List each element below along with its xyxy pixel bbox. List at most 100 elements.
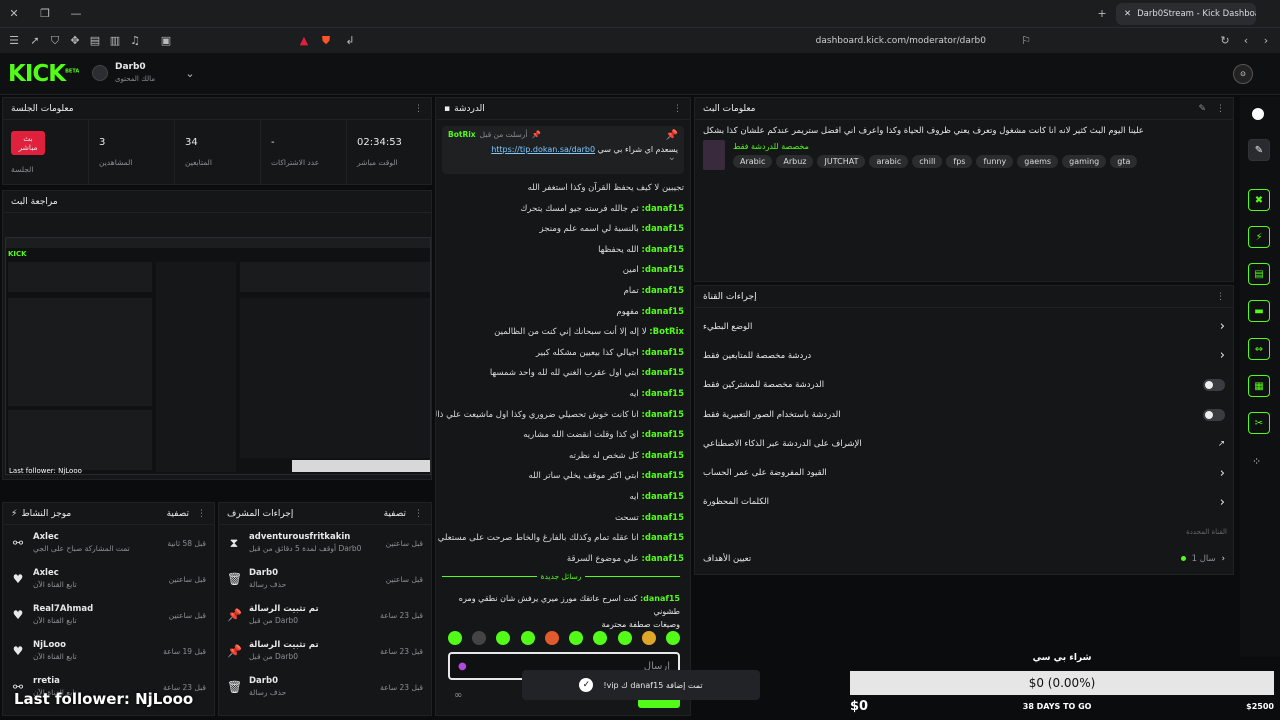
more-options-icon[interactable]: ⋮ <box>414 104 423 114</box>
edit-icon[interactable]: ✎ <box>1198 104 1206 114</box>
url-text[interactable]: dashboard.kick.com/moderator/darb0 <box>790 36 986 46</box>
close-window-icon[interactable]: ✕ <box>6 5 22 21</box>
pencil-icon[interactable]: ✎ <box>1248 139 1270 161</box>
chat-message[interactable]: danaf15: ايه <box>436 487 690 508</box>
channel-action-row[interactable]: الكلمات المحظورة › <box>695 488 1233 517</box>
chat-message[interactable]: danaf15: الله يحفظها <box>436 240 690 261</box>
menu-icon[interactable]: ☰ <box>6 33 22 49</box>
chat-message[interactable]: danaf15: مفهوم <box>436 302 690 323</box>
minimize-window-icon[interactable]: — <box>68 5 84 21</box>
expand-chevron-icon[interactable]: ⌄ <box>668 152 676 163</box>
stream-tag[interactable]: chill <box>912 155 943 168</box>
feed-item[interactable]: 🗑 Darb0 حذف رسالة قبل ساعتين <box>219 561 431 597</box>
unpin-icon[interactable]: 📌 <box>666 130 678 141</box>
new-messages-divider[interactable]: رسائل جديدة <box>442 570 680 582</box>
screenshot-icon[interactable]: ▣ <box>158 33 174 49</box>
feed-item[interactable]: ♥ Axlec تابع القناة الآن قبل ساعتين <box>3 561 214 597</box>
emote-icon[interactable] <box>544 631 559 645</box>
chat-username[interactable]: danaf15: <box>641 204 684 214</box>
shield-icon[interactable]: ⛉ <box>47 33 63 49</box>
category-name[interactable]: مخصصة للدردشة فقط <box>733 142 1141 151</box>
pinned-link[interactable]: https://tip.dokan.sa/darb0 <box>491 145 595 154</box>
external-link-icon[interactable]: ↗ <box>1218 439 1225 449</box>
more-options-icon[interactable]: ⋮ <box>1216 104 1225 114</box>
emote-icon[interactable] <box>448 631 462 645</box>
chat-message[interactable]: danaf15: علي موضوع السرقة <box>436 549 690 570</box>
emote-icon[interactable] <box>665 631 680 645</box>
chat-message[interactable]: danaf15: ابتي اكثر موقف يخلي ساتر الله <box>436 466 690 487</box>
kick-logo[interactable]: KICKBETA <box>8 61 79 87</box>
share-icon[interactable]: ⁘ <box>1252 455 1261 468</box>
share-page-icon[interactable]: ↲ <box>342 33 358 49</box>
settings-icon[interactable]: ∞ <box>454 690 462 701</box>
wrench-icon[interactable]: ✂ <box>1248 412 1270 434</box>
chat-message[interactable]: BotRix: لا إله إلا أنت سبحانك إني كنت من… <box>436 322 690 343</box>
chat-username[interactable]: danaf15: <box>641 245 684 255</box>
lightning-icon[interactable]: ✖ <box>1248 189 1270 211</box>
active-tab[interactable]: ✕ Darb0Stream - Kick Dashboard <box>1116 3 1256 25</box>
document-icon[interactable]: ▤ <box>1248 263 1270 285</box>
back-icon[interactable]: ‹ <box>1238 33 1254 49</box>
chat-message[interactable]: تجيبين لا كيف يحفظ القرآن وكذا استغفر ال… <box>436 178 690 199</box>
bolt-icon[interactable]: ⚡ <box>1248 226 1270 248</box>
mod-filter-button[interactable]: تصفية <box>384 509 406 519</box>
channel-action-row[interactable]: الدردشة باستخدام الصور التعبيرية فقط <box>695 400 1233 429</box>
chat-username[interactable]: danaf15: <box>641 389 684 399</box>
chat-message[interactable]: danaf15: انا كانت خوش تحصيلي ضروري وكذا … <box>436 405 690 426</box>
puzzle-icon[interactable]: ✥ <box>67 33 83 49</box>
chat-message[interactable]: danaf15: ثم جالله فرسته جيو امسك يتحرك <box>436 199 690 220</box>
more-options-icon[interactable]: ⋮ <box>197 509 206 519</box>
restore-window-icon[interactable]: ❐ <box>37 5 53 21</box>
channel-switch-chevron-icon[interactable]: ⌄ <box>182 65 198 81</box>
chat-username[interactable]: danaf15: <box>641 451 684 461</box>
stream-tag[interactable]: gaems <box>1017 155 1059 168</box>
more-options-icon[interactable]: ⋮ <box>673 104 682 114</box>
chat-icon[interactable]: ▬ <box>1248 300 1270 322</box>
stream-tag[interactable]: Arbuz <box>776 155 814 168</box>
channel-action-row[interactable]: القيود المفروضة على عمر الحساب › <box>695 458 1233 487</box>
stream-tag[interactable]: JUTCHAT <box>817 155 866 168</box>
forward-icon[interactable]: › <box>1258 33 1274 49</box>
warning-icon[interactable]: ▲ <box>296 33 312 49</box>
link-icon[interactable]: ⇔ <box>1248 338 1270 360</box>
new-tab-icon[interactable]: + <box>1094 5 1110 21</box>
close-tab-icon[interactable]: ✕ <box>1124 9 1131 19</box>
goal-settings-row[interactable]: تعيين الأهداف 1 سال › <box>695 544 1233 573</box>
bookmark-icon[interactable]: ⚐ <box>1018 33 1034 49</box>
rocket-icon[interactable]: ➚ <box>27 33 43 49</box>
chat-username[interactable]: danaf15: <box>641 348 684 358</box>
chat-message[interactable]: danaf15: ايه <box>436 384 690 405</box>
channel-action-row[interactable]: دردشة مخصصة للمتابعين فقط › <box>695 341 1233 370</box>
mic-icon[interactable]: ● <box>458 661 467 672</box>
emote-icon[interactable] <box>496 631 511 645</box>
more-options-icon[interactable]: ⋮ <box>414 509 423 519</box>
channel-action-row[interactable]: الدردشة مخصصة للمشتركين فقط <box>695 371 1233 400</box>
feed-item[interactable]: ⧗ adventurousfritkakin أوقف لمدة 5 دقائق م… <box>219 525 431 561</box>
toggle-switch[interactable] <box>1203 379 1225 392</box>
chat-username[interactable]: danaf15: <box>641 307 684 317</box>
chat-username[interactable]: danaf15: <box>641 410 684 420</box>
stream-preview-video[interactable]: KICK <box>5 237 431 475</box>
music-icon[interactable]: ♫ <box>127 33 143 49</box>
feed-item[interactable]: ♥ Real7Ahmad تابع القناة الآن قبل ساعتين <box>3 597 214 633</box>
feed-item[interactable]: 📌 تم تثبيت الرسالة من قبل Darb0 قبل 23 ساعة <box>219 597 431 633</box>
chat-message[interactable]: danaf15: تمام <box>436 281 690 302</box>
chat-username[interactable]: danaf15: <box>641 286 684 296</box>
emote-icon[interactable] <box>569 631 584 645</box>
emote-icon[interactable] <box>472 631 487 645</box>
reload-icon[interactable]: ↻ <box>1217 33 1233 49</box>
chat-message[interactable]: danaf15: امين <box>436 260 690 281</box>
chat-message[interactable]: danaf15: انا عقله تمام وكذلك بالفارغ وال… <box>436 528 690 549</box>
wallet-icon[interactable]: ▤ <box>87 33 103 49</box>
feed-item[interactable]: ⚯ Axlec تمت المشاركة صباح على الجي قبل 58 ث… <box>3 525 214 561</box>
chat-username[interactable]: danaf15: <box>641 554 684 564</box>
feed-item[interactable]: 🗑 Darb0 حذف رسالة قبل 23 ساعة <box>219 669 431 705</box>
emote-icon[interactable] <box>520 631 535 645</box>
chat-username[interactable]: danaf15: <box>641 471 684 481</box>
toggle-switch[interactable] <box>1203 408 1225 421</box>
chat-username[interactable]: danaf15: <box>641 430 684 440</box>
chat-username[interactable]: danaf15: <box>641 265 684 275</box>
category-thumbnail[interactable] <box>703 140 725 170</box>
user-avatar[interactable]: ⊙ <box>1233 64 1253 84</box>
emote-icon[interactable] <box>593 631 608 645</box>
